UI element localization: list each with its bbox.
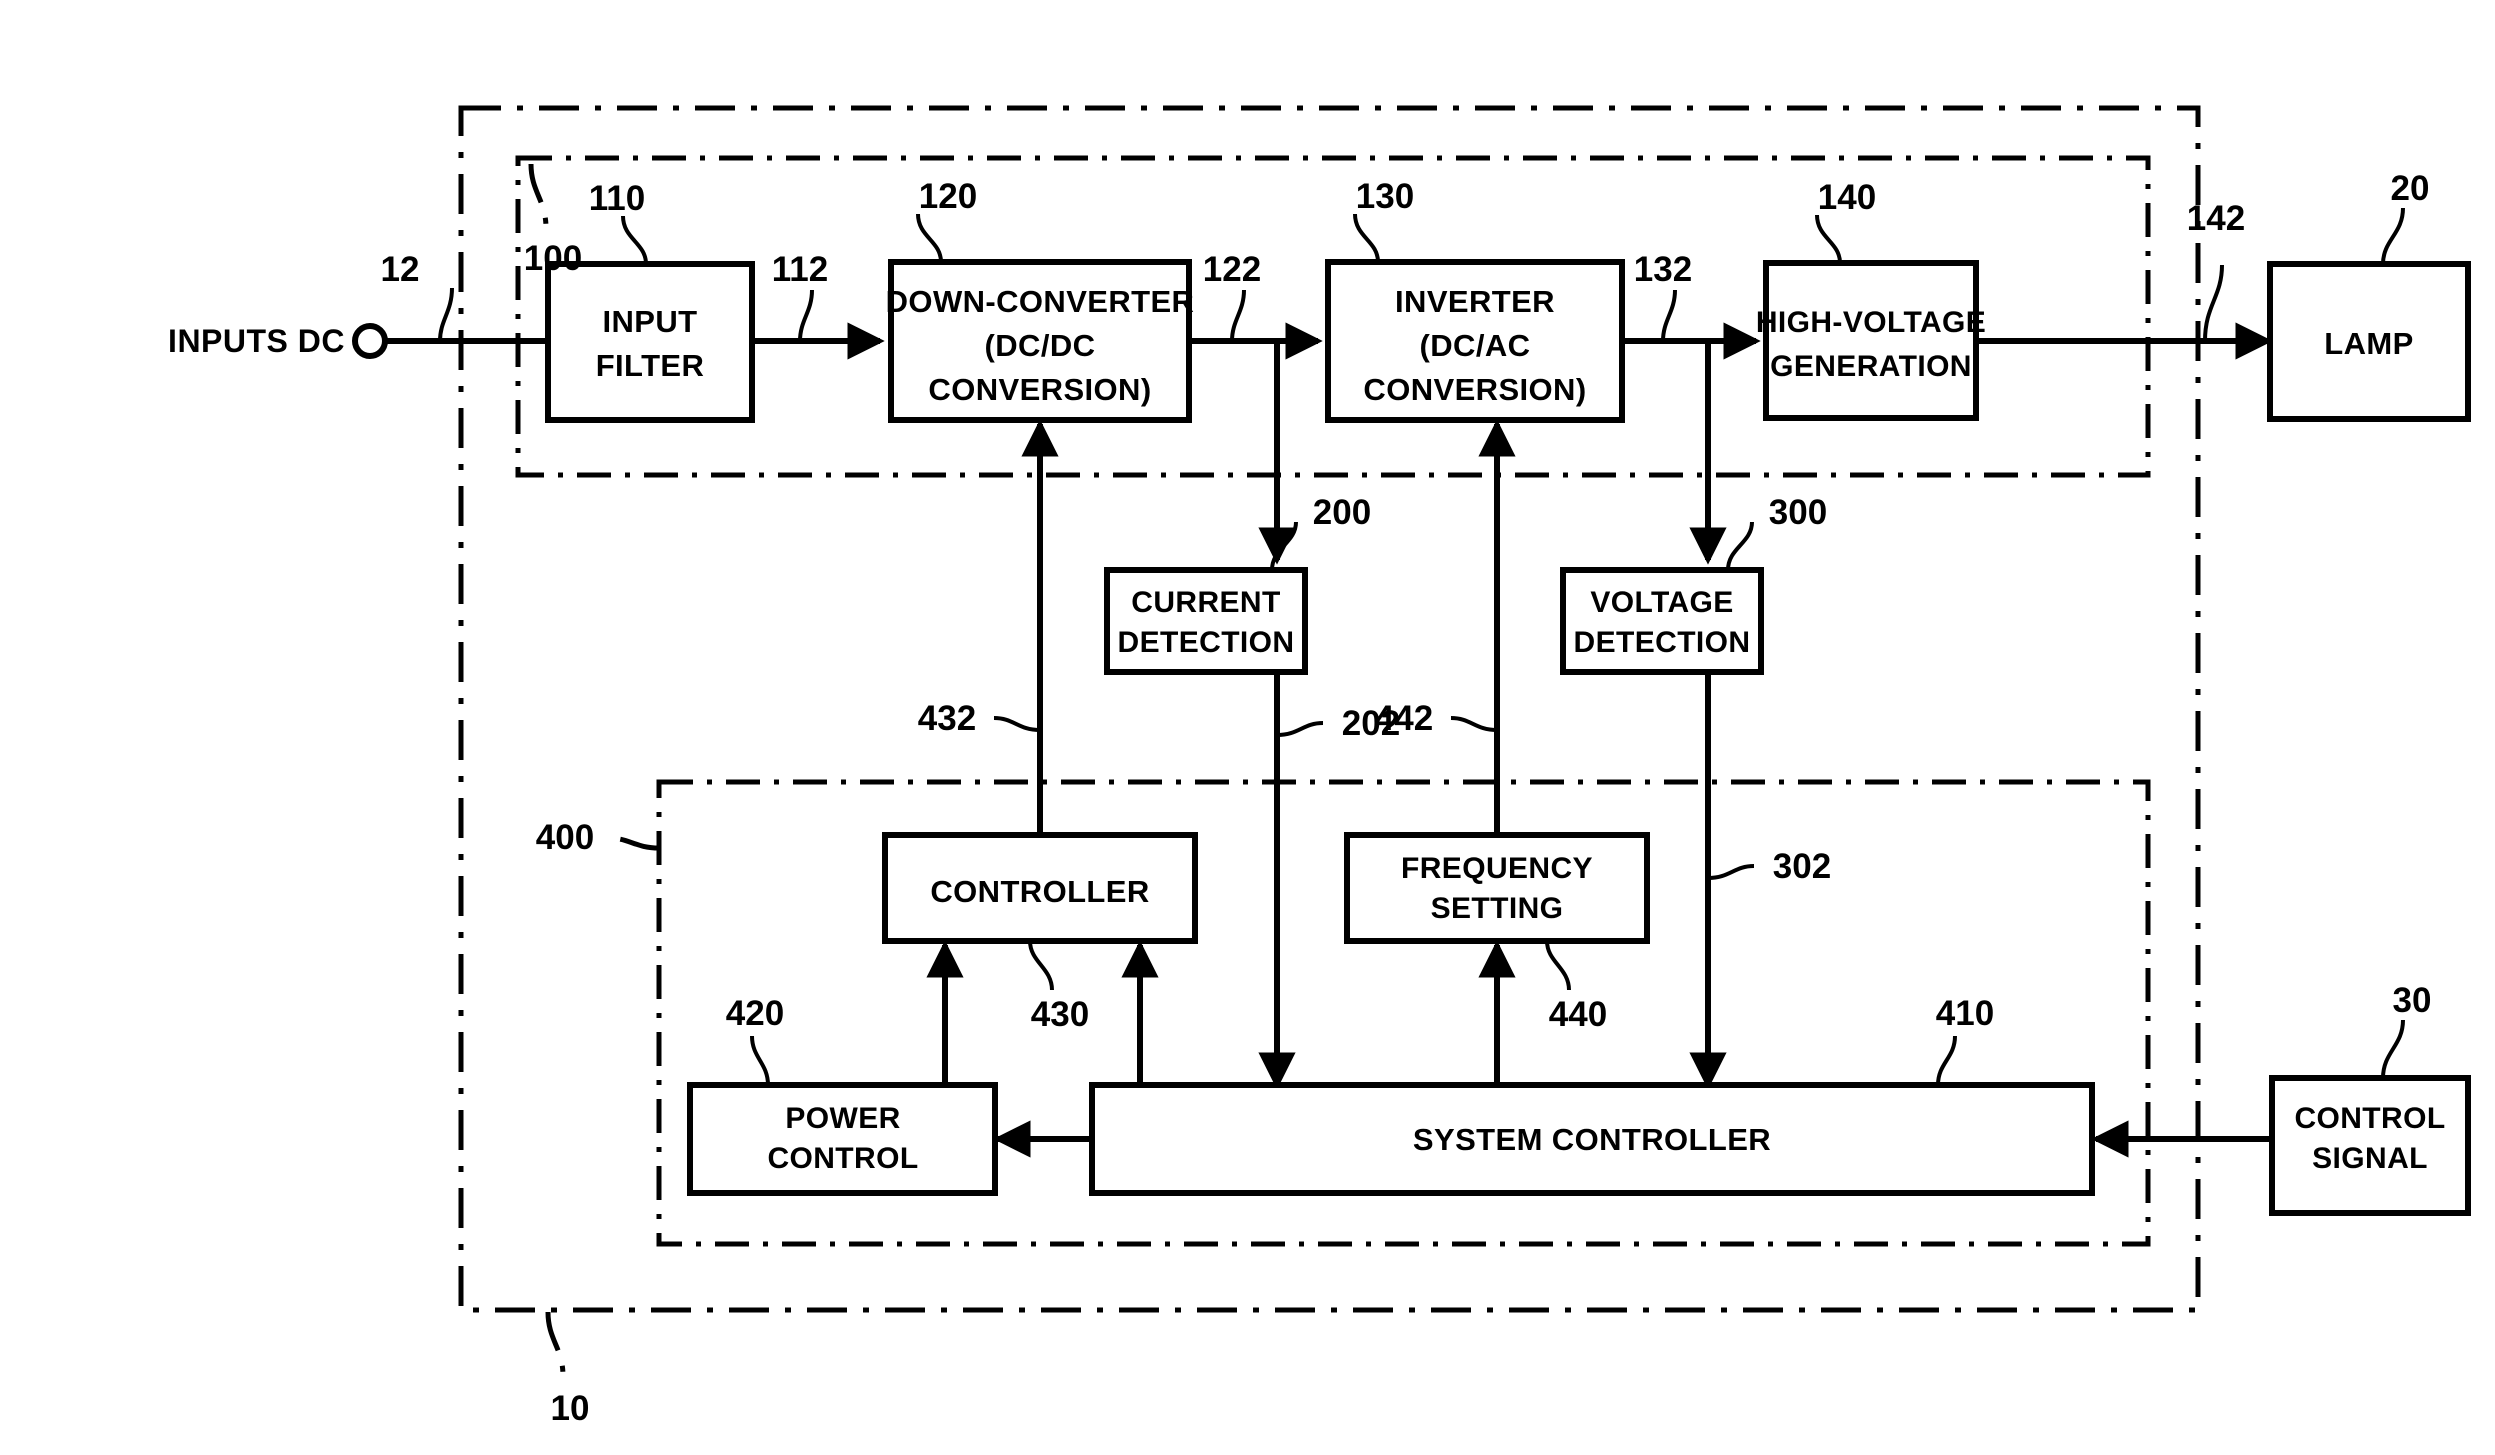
- leader-20: [2381, 207, 2405, 265]
- block-inverter-line-0: INVERTER: [1395, 284, 1555, 319]
- leader-132: [1661, 289, 1677, 342]
- block-high-voltage-line-1: GENERATION: [1770, 350, 1972, 383]
- block-power-control-line-1: CONTROL: [767, 1142, 918, 1175]
- block-inverter-line-2: CONVERSION): [1363, 372, 1586, 407]
- inputs-dc-label: INPUTS DC: [168, 323, 345, 359]
- block-lamp-line-0: LAMP: [2324, 326, 2413, 361]
- ref-420: 420: [726, 994, 784, 1033]
- block-diagram-svg: INPUTS DC 12 INPUT FILTER 110 112 DOWN-C…: [168, 105, 2471, 1428]
- block-current-detection-line-1: DETECTION: [1118, 626, 1295, 659]
- block-input-filter-line-0: INPUT: [603, 304, 698, 339]
- input-terminal-node: [352, 323, 388, 359]
- ref-12: 12: [381, 250, 420, 289]
- block-voltage-detection-line-0: VOLTAGE: [1590, 586, 1733, 619]
- leader-400: [607, 835, 660, 851]
- ref-410: 410: [1936, 994, 1994, 1033]
- leader-410: [1936, 1035, 1957, 1086]
- ref-20: 20: [2391, 169, 2430, 208]
- ref-142: 142: [2187, 199, 2245, 238]
- block-controller-line-0: CONTROLLER: [930, 874, 1149, 909]
- leader-420: [750, 1035, 770, 1086]
- block-high-voltage-line-0: HIGH-VOLTAGE: [1756, 306, 1986, 339]
- leader-300: [1726, 521, 1754, 571]
- block-voltage-detection-line-1: DETECTION: [1574, 626, 1751, 659]
- leader-110: [621, 215, 648, 265]
- ref-130: 130: [1356, 177, 1414, 216]
- ref-122: 122: [1203, 250, 1261, 289]
- leader-202: [1276, 721, 1324, 737]
- leader-30: [2381, 1019, 2405, 1079]
- block-power-control-line-0: POWER: [785, 1102, 900, 1135]
- block-high-voltage-generation[interactable]: [1763, 260, 1979, 421]
- block-control-signal-line-0: CONTROL: [2294, 1102, 2445, 1135]
- leader-12: [438, 287, 454, 342]
- ref-120: 120: [919, 177, 977, 216]
- ref-430: 430: [1031, 995, 1089, 1034]
- ref-440: 440: [1549, 995, 1607, 1034]
- leader-120: [916, 213, 943, 263]
- leader-442: [1450, 716, 1498, 732]
- ref-300: 300: [1769, 493, 1827, 532]
- ref-442: 442: [1375, 699, 1433, 738]
- ref-140: 140: [1818, 178, 1876, 217]
- ref-200: 200: [1313, 493, 1371, 532]
- ref-100: 100: [524, 239, 582, 278]
- block-current-detection-line-0: CURRENT: [1131, 586, 1280, 619]
- block-down-converter-line-1: (DC/DC: [985, 328, 1096, 363]
- leader-140: [1815, 214, 1842, 264]
- leader-430: [1028, 940, 1054, 991]
- block-frequency-setting-line-0: FREQUENCY: [1401, 852, 1593, 885]
- block-down-converter-line-2: CONVERSION): [928, 372, 1151, 407]
- leader-112: [798, 289, 814, 342]
- leader-10: [545, 1311, 566, 1377]
- ref-112: 112: [772, 250, 828, 289]
- ref-432: 432: [918, 699, 976, 738]
- leader-432: [993, 716, 1041, 732]
- block-frequency-setting[interactable]: [1344, 832, 1650, 944]
- leader-100: [528, 163, 549, 229]
- block-input-filter[interactable]: [545, 261, 755, 423]
- leader-122: [1230, 289, 1246, 342]
- leader-440: [1545, 940, 1571, 991]
- leader-302: [1707, 864, 1755, 880]
- block-down-converter-line-0: DOWN-CONVERTER: [886, 284, 1195, 319]
- ref-400: 400: [536, 818, 594, 857]
- block-input-filter-line-1: FILTER: [596, 348, 705, 383]
- ref-110: 110: [589, 179, 645, 218]
- block-frequency-setting-line-1: SETTING: [1431, 892, 1564, 925]
- leader-130: [1353, 213, 1380, 263]
- ref-30: 30: [2393, 981, 2432, 1020]
- block-inverter-line-1: (DC/AC: [1420, 328, 1531, 363]
- ref-302: 302: [1773, 847, 1831, 886]
- leader-142: [2203, 264, 2224, 342]
- ref-132: 132: [1634, 250, 1692, 289]
- patent-figure-canvas: INPUTS DC 12 INPUT FILTER 110 112 DOWN-C…: [0, 0, 2495, 1455]
- block-system-controller-line-0: SYSTEM CONTROLLER: [1413, 1122, 1771, 1157]
- ref-10: 10: [551, 1389, 590, 1428]
- block-control-signal-line-1: SIGNAL: [2312, 1142, 2428, 1175]
